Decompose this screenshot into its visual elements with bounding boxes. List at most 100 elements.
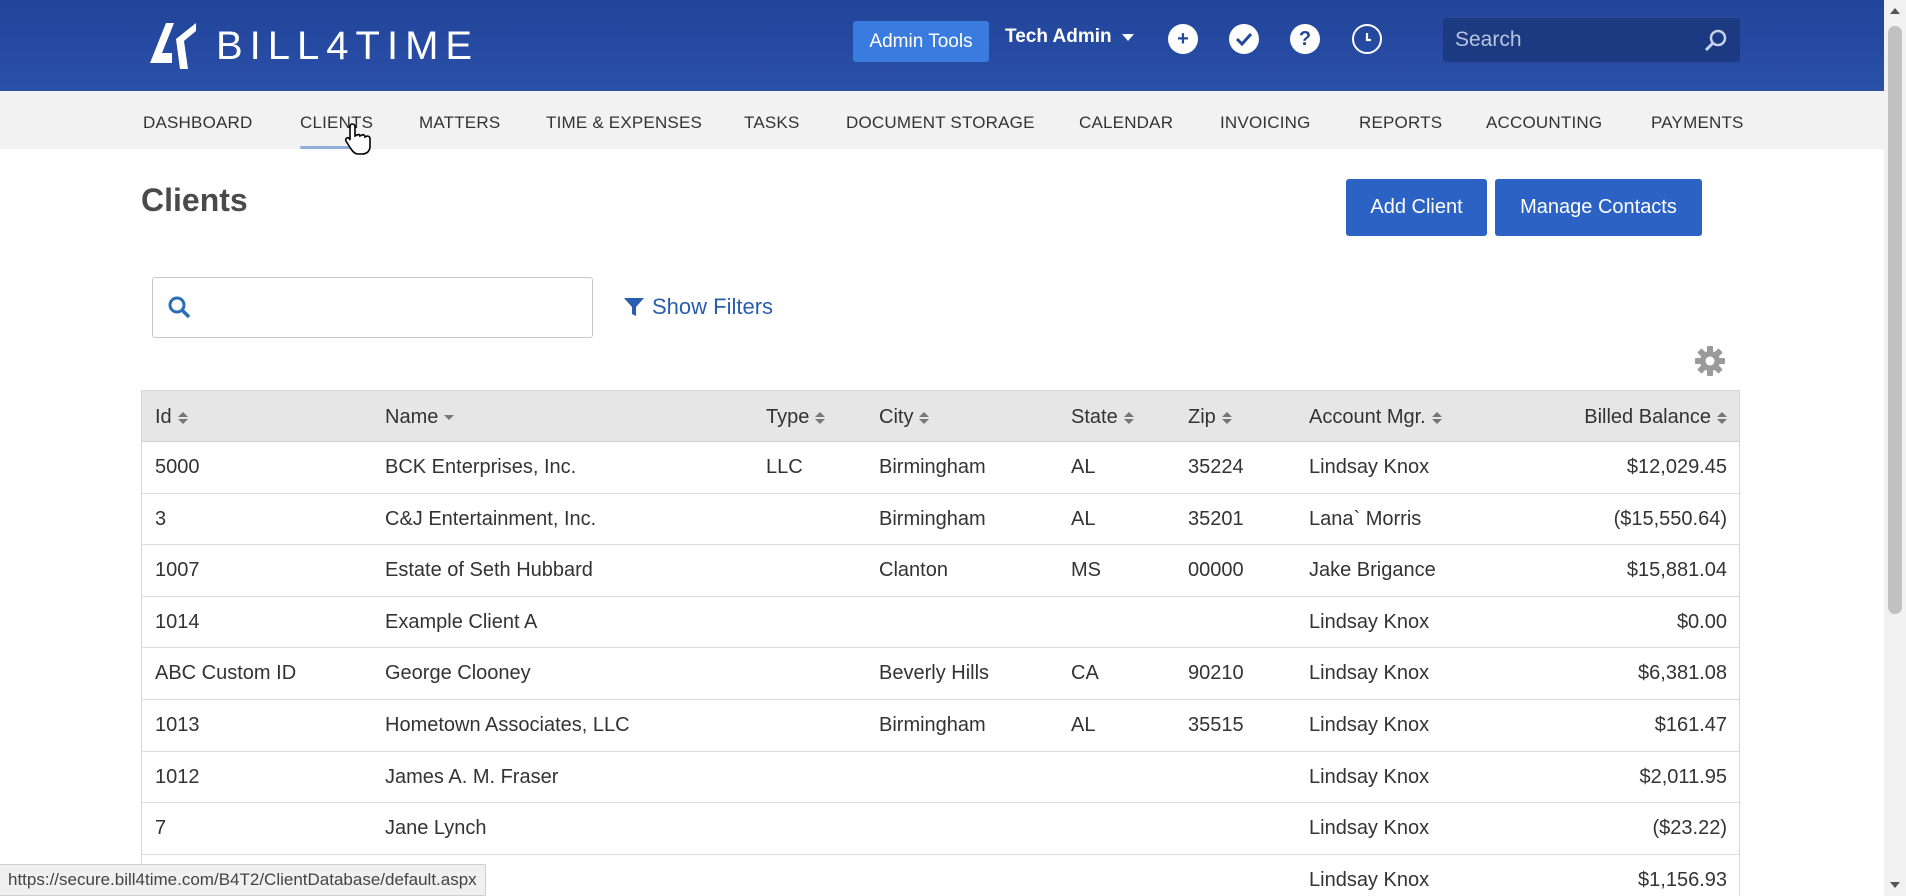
nav-reports[interactable]: REPORTS (1359, 113, 1442, 133)
cell-city: Birmingham (879, 456, 986, 478)
table-row[interactable]: 1013 Hometown Associates, LLC Birmingham AL… (142, 699, 1739, 752)
search-icon (168, 296, 191, 319)
scroll-thumb[interactable] (1888, 26, 1902, 614)
cell-account-mgr: Lindsay Knox (1309, 868, 1430, 891)
col-header-state[interactable]: State (1071, 406, 1134, 429)
clock-icon[interactable] (1352, 24, 1382, 54)
logo-text: BILL4TIME (216, 23, 480, 68)
cell-id: 5000 (155, 456, 200, 478)
cell-billed-balance: ($15,550.64) (1613, 507, 1727, 530)
cell-zip: 35201 (1188, 507, 1244, 530)
col-header-city[interactable]: City (879, 406, 930, 429)
table-row[interactable]: 1012 James A. M. Fraser Lindsay Knox $2,011… (142, 751, 1739, 804)
sort-icon (815, 411, 826, 424)
cell-id: ABC Custom ID (155, 662, 297, 685)
col-header-type[interactable]: Type (766, 406, 826, 429)
nav-time-expenses[interactable]: TIME & EXPENSES (546, 113, 702, 133)
nav-dashboard[interactable]: DASHBOARD (143, 113, 253, 133)
cell-account-mgr: Lindsay Knox (1309, 456, 1430, 478)
cell-id: 7 (155, 817, 167, 840)
nav-tasks[interactable]: TASKS (744, 113, 799, 133)
logo[interactable]: BILL4TIME (146, 18, 479, 74)
global-search-input[interactable]: Search (1443, 18, 1740, 62)
cell-account-mgr: Lana` Morris (1309, 507, 1422, 530)
client-search-input[interactable] (152, 277, 593, 338)
sort-desc-icon (444, 415, 455, 420)
cell-state: MS (1071, 559, 1101, 582)
cell-id: 1013 (155, 713, 200, 736)
cell-id: 1014 (155, 610, 200, 633)
cell-account-mgr: Lindsay Knox (1309, 765, 1430, 788)
hand-cursor-icon (344, 123, 371, 155)
nav-document-storage[interactable]: DOCUMENT STORAGE (846, 113, 1035, 133)
table-row[interactable]: 5000 BCK Enterprises, Inc. LLC Birmingham AL… (142, 442, 1739, 494)
help-icon[interactable]: ? (1290, 24, 1320, 54)
table-row[interactable]: 1014 Example Client A Lindsay Knox $0.00 (142, 596, 1739, 649)
sort-icon (177, 411, 188, 424)
nav-invoicing[interactable]: INVOICING (1220, 113, 1311, 133)
sort-icon (1123, 411, 1134, 424)
sort-icon (919, 411, 930, 424)
manage-contacts-button[interactable]: Manage Contacts (1495, 179, 1702, 236)
col-header-id[interactable]: Id (155, 406, 188, 429)
search-placeholder: Search (1455, 28, 1522, 51)
cell-name: Estate of Seth Hubbard (385, 559, 593, 582)
cell-billed-balance: $15,881.04 (1626, 559, 1727, 582)
chevron-down-icon (1121, 33, 1134, 41)
cell-type: LLC (766, 456, 803, 478)
nav-payments[interactable]: PAYMENTS (1651, 113, 1744, 133)
top-header: BILL4TIME Admin Tools Tech Admin + ? Sea… (0, 0, 1884, 91)
nav-matters[interactable]: MATTERS (419, 113, 500, 133)
cell-city: Beverly Hills (879, 662, 990, 685)
show-filters-link[interactable]: Show Filters (624, 294, 773, 320)
col-header-name[interactable]: Name (385, 406, 455, 429)
admin-tools-button[interactable]: Admin Tools (853, 21, 989, 62)
nav-accounting[interactable]: ACCOUNTING (1486, 113, 1602, 133)
table-row[interactable]: 7 Jane Lynch Lindsay Knox ($23.22) (142, 803, 1739, 855)
gear-icon[interactable] (1694, 345, 1726, 377)
nav-calendar[interactable]: CALENDAR (1079, 113, 1173, 133)
status-bar-url: https://secure.bill4time.com/B4T2/Client… (0, 864, 486, 896)
cell-state: CA (1071, 662, 1099, 685)
cell-account-mgr: Lindsay Knox (1309, 817, 1430, 840)
table-row[interactable]: 1007 Estate of Seth Hubbard Clanton MS 00000… (142, 545, 1739, 597)
show-filters-label: Show Filters (652, 294, 774, 319)
cell-city: Birmingham (879, 507, 986, 530)
logo-mark-icon (150, 23, 196, 69)
add-icon[interactable]: + (1168, 24, 1198, 54)
cell-billed-balance: $12,029.45 (1626, 456, 1727, 478)
cell-state: AL (1071, 507, 1096, 530)
cell-zip: 90210 (1188, 662, 1244, 685)
cell-name: George Clooney (385, 662, 531, 685)
user-menu[interactable]: Tech Admin (1005, 26, 1134, 48)
add-client-button[interactable]: Add Client (1346, 179, 1487, 236)
scroll-down-icon[interactable] (1890, 882, 1900, 888)
filter-icon (624, 298, 644, 316)
cell-billed-balance: $2,011.95 (1639, 765, 1728, 788)
cell-account-mgr: Jake Brigance (1309, 559, 1436, 582)
page-title: Clients (141, 182, 248, 218)
app-window: BILL4TIME Admin Tools Tech Admin + ? Sea… (0, 0, 1906, 896)
table-header: Id Name Type City State Zip Account Mgr.… (142, 391, 1739, 442)
sort-icon (1431, 411, 1442, 424)
scroll-up-icon[interactable] (1890, 8, 1900, 14)
table-row[interactable]: ABC Custom ID George Clooney Beverly Hills… (142, 648, 1739, 700)
col-header-account-mgr[interactable]: Account Mgr. (1309, 406, 1442, 429)
col-header-billed-balance[interactable]: Billed Balance (1584, 406, 1727, 429)
search-icon[interactable] (1704, 28, 1728, 52)
table-row[interactable]: 3 C&J Entertainment, Inc. Birmingham AL 3520… (142, 493, 1739, 546)
check-icon[interactable] (1229, 24, 1259, 54)
cell-name: BCK Enterprises, Inc. (385, 456, 577, 478)
cell-billed-balance: $161.47 (1654, 713, 1727, 736)
cell-id: 3 (155, 507, 167, 530)
cell-billed-balance: $0.00 (1676, 610, 1727, 633)
cell-billed-balance: $6,381.08 (1638, 662, 1727, 685)
sort-icon (1717, 411, 1727, 424)
sort-icon (1221, 411, 1232, 424)
cell-zip: 35224 (1188, 456, 1244, 478)
page-scrollbar[interactable] (1884, 0, 1906, 896)
cell-name: C&J Entertainment, Inc. (385, 507, 597, 530)
col-header-zip[interactable]: Zip (1188, 406, 1232, 429)
table-body: 5000 BCK Enterprises, Inc. LLC Birmingham AL… (142, 442, 1739, 896)
cell-billed-balance: ($23.22) (1652, 817, 1728, 840)
